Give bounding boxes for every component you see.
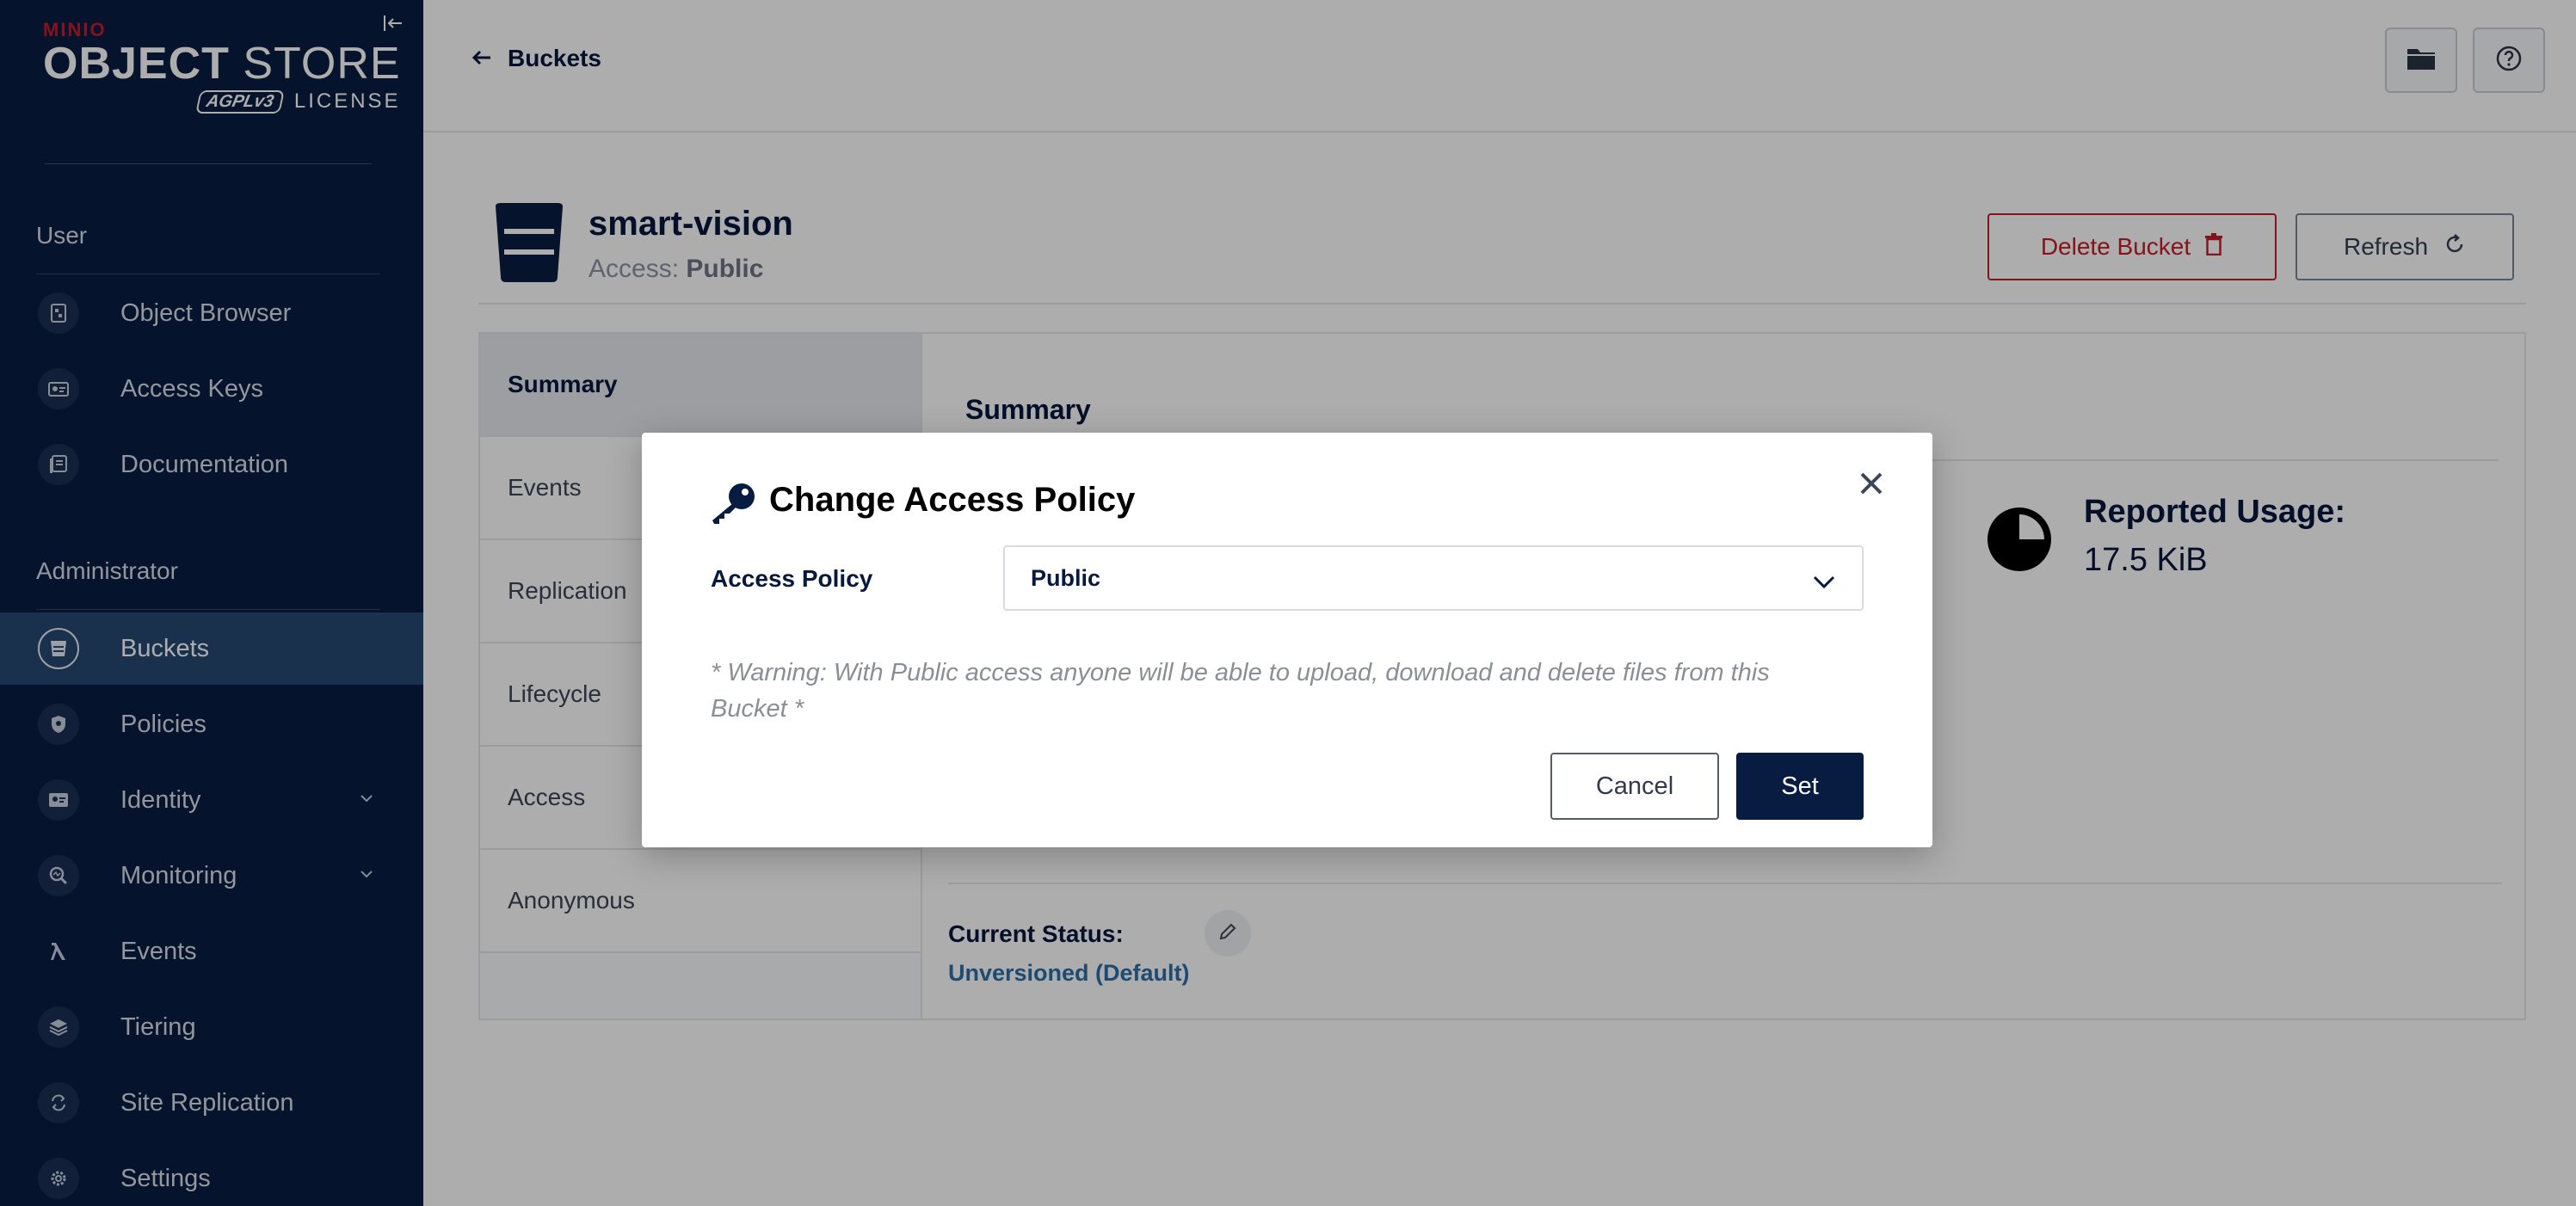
access-policy-value: Public (1031, 564, 1101, 591)
public-access-warning: * Warning: With Public access anyone wil… (711, 659, 1770, 723)
set-button[interactable]: Set (1736, 753, 1864, 820)
dialog-title: Change Access Policy (769, 481, 1136, 519)
chevron-down-icon (1812, 569, 1836, 596)
access-policy-select[interactable]: Public (1003, 545, 1864, 611)
close-icon[interactable] (1846, 458, 1896, 508)
key-icon (712, 483, 755, 524)
cancel-button[interactable]: Cancel (1550, 753, 1719, 820)
access-policy-label: Access Policy (711, 565, 873, 592)
change-access-policy-dialog: Change Access Policy Access Policy Publi… (642, 433, 1932, 847)
